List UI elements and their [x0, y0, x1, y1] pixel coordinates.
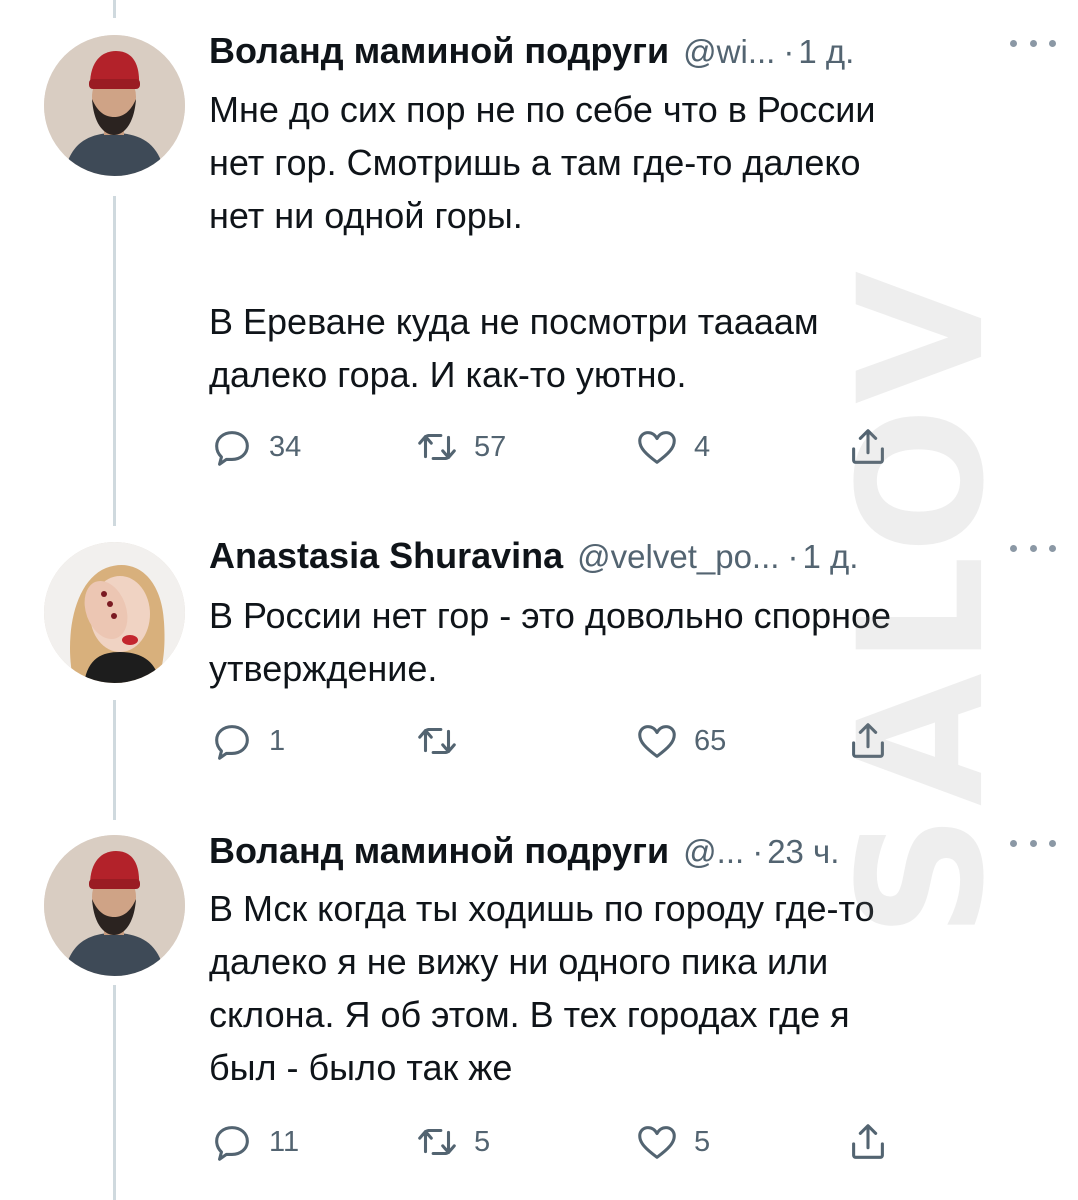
separator-dot: · — [783, 33, 795, 70]
more-icon[interactable] — [1010, 840, 1056, 854]
retweet-count: 5 — [474, 1125, 491, 1158]
share-icon — [852, 723, 884, 758]
timestamp[interactable]: 1 д. — [798, 33, 854, 71]
timestamp[interactable]: 23 ч. — [767, 833, 839, 871]
reply-count: 1 — [269, 724, 286, 757]
author-name[interactable]: Воланд маминой подруги — [209, 30, 669, 72]
tweet-actions: 11 5 5 — [209, 1117, 909, 1167]
more-icon[interactable] — [1010, 40, 1056, 54]
retweet-icon — [418, 1128, 456, 1156]
tweet-header: Anastasia Shuravina @velvet_po... · 1 д. — [209, 535, 1048, 587]
retweet-button[interactable] — [414, 716, 474, 766]
tweet-actions: 34 57 4 — [209, 422, 909, 472]
retweet-button[interactable]: 57 — [414, 422, 506, 472]
avatar-voland[interactable] — [44, 835, 185, 976]
author-handle[interactable]: @velvet_po... — [577, 538, 779, 576]
heart-icon — [638, 1126, 676, 1159]
timestamp[interactable]: 1 д. — [802, 538, 858, 576]
tweet-1[interactable]: Воланд маминой подруги @wi... · 1 д. Мне… — [0, 0, 1078, 520]
reply-count: 11 — [269, 1125, 300, 1158]
separator-dot: · — [787, 538, 799, 575]
share-button[interactable] — [845, 422, 891, 472]
reply-button[interactable]: 11 — [209, 1117, 299, 1167]
reply-icon — [215, 725, 249, 760]
tweet-text: В Мск когда ты ходишь по городу где-то д… — [209, 888, 875, 1088]
like-count: 65 — [694, 724, 727, 757]
author-handle[interactable]: @wi... — [683, 33, 775, 71]
like-button[interactable]: 5 — [634, 1117, 710, 1167]
reply-button[interactable]: 34 — [209, 422, 301, 472]
tweet-text: Мне до сих пор не по себе что в России н… — [209, 89, 876, 395]
author-handle[interactable]: @... — [683, 833, 744, 871]
avatar-voland-image — [44, 835, 185, 976]
avatar-voland[interactable] — [44, 35, 185, 176]
reply-icon — [215, 1126, 249, 1161]
retweet-icon — [418, 433, 456, 461]
share-button[interactable] — [845, 716, 891, 766]
heart-icon — [638, 725, 676, 758]
retweet-button[interactable]: 5 — [414, 1117, 490, 1167]
tweet-header: Воланд маминой подруги @wi... · 1 д. — [209, 30, 1048, 82]
avatar-voland-image — [44, 35, 185, 176]
reply-icon — [215, 431, 249, 466]
author-name[interactable]: Воланд маминой подруги — [209, 830, 669, 872]
heart-icon — [638, 431, 676, 464]
retweet-count: 57 — [474, 430, 507, 463]
like-count: 4 — [694, 430, 711, 463]
tweet-actions: 1 65 — [209, 716, 909, 766]
like-button[interactable]: 65 — [634, 716, 726, 766]
share-icon — [852, 1124, 884, 1159]
separator-dot: · — [752, 833, 764, 870]
avatar-anastasia-image — [44, 542, 185, 683]
tweet-text: В России нет гор - это довольно спорное … — [209, 595, 892, 689]
share-button[interactable] — [845, 1117, 891, 1167]
reply-count: 34 — [269, 430, 302, 463]
tweet-2[interactable]: Anastasia Shuravina @velvet_po... · 1 д.… — [0, 505, 1078, 805]
avatar-anastasia[interactable] — [44, 542, 185, 683]
more-icon[interactable] — [1010, 545, 1056, 559]
share-icon — [852, 429, 884, 464]
tweet-3[interactable]: Воланд маминой подруги @... · 23 ч. В Мс… — [0, 800, 1078, 1200]
like-count: 5 — [694, 1125, 711, 1158]
author-name[interactable]: Anastasia Shuravina — [209, 535, 563, 577]
tweet-header: Воланд маминой подруги @... · 23 ч. — [209, 830, 1048, 882]
like-button[interactable]: 4 — [634, 422, 710, 472]
reply-button[interactable]: 1 — [209, 716, 285, 766]
retweet-icon — [418, 727, 456, 755]
